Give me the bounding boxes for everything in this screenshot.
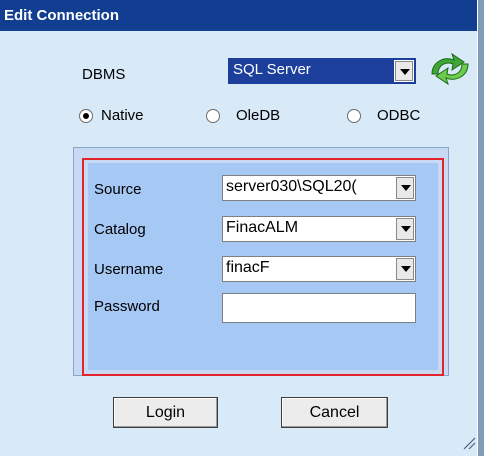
username-select[interactable]: finacF [222,256,416,282]
refresh-icon[interactable] [428,52,472,86]
dbms-select[interactable]: SQL Server [228,58,416,84]
catalog-label: Catalog [94,221,146,238]
radio-oledb[interactable] [206,109,220,123]
radio-odbc[interactable] [347,109,361,123]
source-dropdown-arrow-icon[interactable] [396,177,414,199]
username-dropdown-arrow-icon[interactable] [396,258,414,280]
catalog-select[interactable]: FinacALM [222,216,416,242]
login-button[interactable]: Login [113,397,218,428]
radio-native-label: Native [101,107,144,124]
password-label: Password [94,298,160,315]
window-title: Edit Connection [0,0,477,31]
radio-odbc-label: ODBC [377,107,421,124]
dbms-select-value: SQL Server [230,60,394,82]
source-value: server030\SQL20( [226,178,357,195]
resize-grip-icon[interactable] [462,436,476,450]
username-value: finacF [226,259,270,276]
dbms-dropdown-arrow-icon[interactable] [395,61,413,81]
window-right-edge [478,0,484,456]
cancel-button[interactable]: Cancel [281,397,388,428]
edit-connection-dialog: Edit Connection DBMS SQL Server Native O… [0,0,484,456]
source-label: Source [94,181,142,198]
radio-oledb-label: OleDB [236,107,281,124]
radio-native[interactable] [79,109,93,123]
catalog-dropdown-arrow-icon[interactable] [396,218,414,240]
source-select[interactable]: server030\SQL20( [222,175,416,201]
catalog-value: FinacALM [226,219,299,236]
username-label: Username [94,261,164,278]
dbms-label: DBMS [82,66,126,83]
password-field[interactable] [222,293,416,323]
